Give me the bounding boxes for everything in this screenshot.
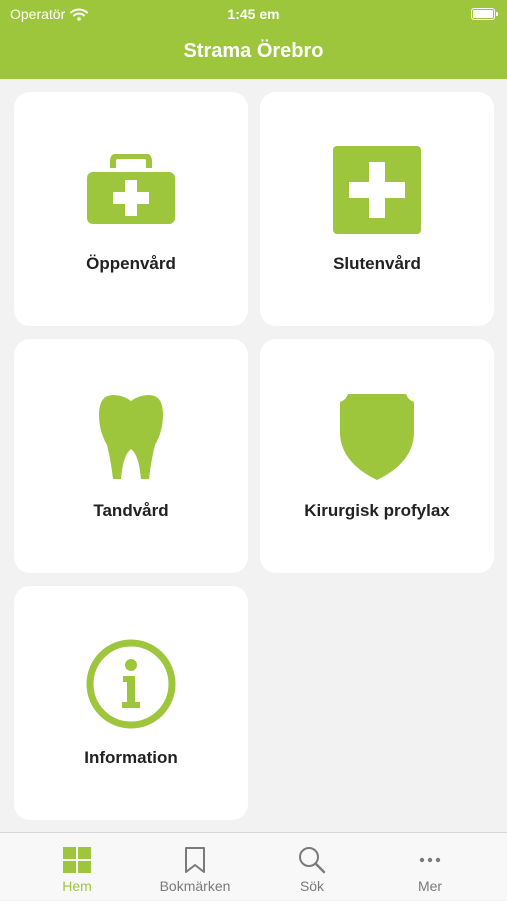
more-icon [419, 857, 441, 863]
battery-icon [471, 8, 498, 20]
tab-bar: Hem Bokmärken Sök Mer [0, 832, 507, 900]
status-time: 1:45 em [227, 6, 280, 22]
card-label: Kirurgisk profylax [304, 501, 450, 520]
grid-icon [63, 847, 91, 873]
card-label: Slutenvård [333, 254, 421, 273]
search-icon [299, 847, 326, 874]
tab-sok[interactable]: Sök [249, 833, 375, 901]
status-bar: Operatör 1:45 em [0, 0, 507, 30]
tab-label: Mer [417, 878, 443, 894]
card-kirurgisk-profylax[interactable]: Kirurgisk profylax [260, 339, 494, 573]
card-slutenvard[interactable]: Slutenvård [260, 92, 494, 326]
tab-bokmarken[interactable]: Bokmärken [132, 833, 258, 901]
tab-label: Bokmärken [159, 878, 231, 894]
card-tandvard[interactable]: Tandvård [14, 339, 248, 573]
bookmark-icon [185, 847, 205, 873]
medical-cross-icon [333, 145, 421, 234]
tab-label: Sök [299, 878, 325, 894]
tooth-icon [99, 394, 163, 479]
info-icon [86, 639, 176, 728]
card-oppenvard[interactable]: Öppenvård [14, 92, 248, 326]
tab-mer[interactable]: Mer [367, 833, 493, 901]
card-label: Öppenvård [86, 254, 176, 273]
tab-hem[interactable]: Hem [14, 833, 140, 901]
app-header: Operatör 1:45 em Strama Örebro [0, 0, 507, 79]
card-information[interactable]: Information [14, 586, 248, 820]
card-label: Tandvård [93, 501, 169, 520]
card-label: Information [84, 748, 178, 767]
shield-icon [340, 393, 414, 480]
tab-label: Hem [62, 878, 92, 894]
medical-bag-icon [87, 153, 175, 224]
page-title: Strama Örebro [183, 40, 324, 62]
